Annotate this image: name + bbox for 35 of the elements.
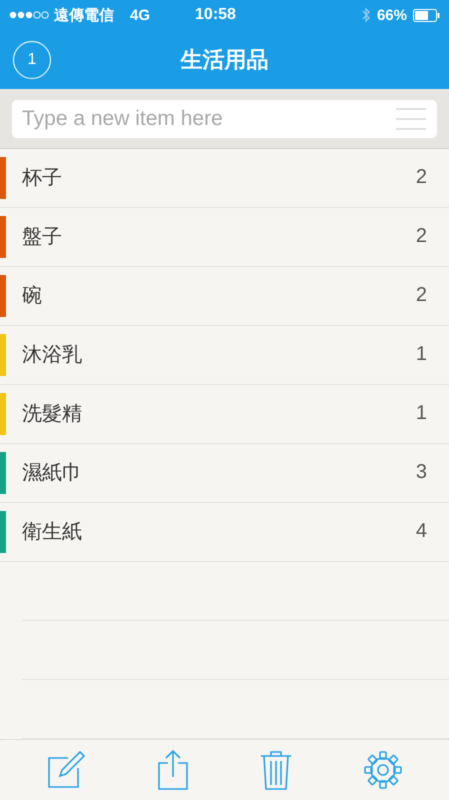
new-item-field[interactable]: Type a new item here [12,100,437,138]
item-count: 2 [416,225,427,248]
battery-percent: 66% [376,6,407,24]
list-item[interactable]: 濕紙巾 3 [0,444,449,503]
list-title: 生活用品 [180,46,268,74]
share-icon[interactable] [156,748,189,791]
list-item[interactable]: 衛生紙 4 [0,502,449,562]
item-count: 2 [416,284,427,308]
item-name: 杯子 [22,166,62,192]
list-item[interactable]: 沐浴乳 1 [0,326,449,385]
list-item[interactable]: 碗 2 [0,266,449,326]
item-name: 碗 [22,284,42,310]
edit-icon[interactable] [46,750,86,790]
list-item[interactable]: 盤子 2 [0,208,449,267]
item-count: 2 [416,166,427,190]
trash-icon[interactable] [260,748,292,791]
carrier-name: 遠傳電信 [54,6,114,25]
bluetooth-icon [360,7,371,24]
signal-icon [9,10,51,20]
item-count: 1 [416,343,427,366]
item-count: 3 [416,461,427,484]
item-name: 盤子 [22,225,62,250]
item-name: 衛生紙 [22,520,82,546]
menu-icon[interactable] [395,106,427,131]
item-count: 1 [416,402,427,426]
settings-icon[interactable] [363,750,404,790]
list-item[interactable]: 洗髮精 1 [0,384,449,444]
item-name: 濕紙巾 [22,461,82,486]
item-name: 沐浴乳 [22,343,82,368]
item-count: 4 [416,520,427,544]
list-item[interactable]: 杯子 2 [0,148,449,208]
clock: 10:58 [195,6,236,24]
network-type: 4G [130,6,150,24]
battery-icon [413,8,441,22]
item-name: 洗髮精 [22,402,82,428]
